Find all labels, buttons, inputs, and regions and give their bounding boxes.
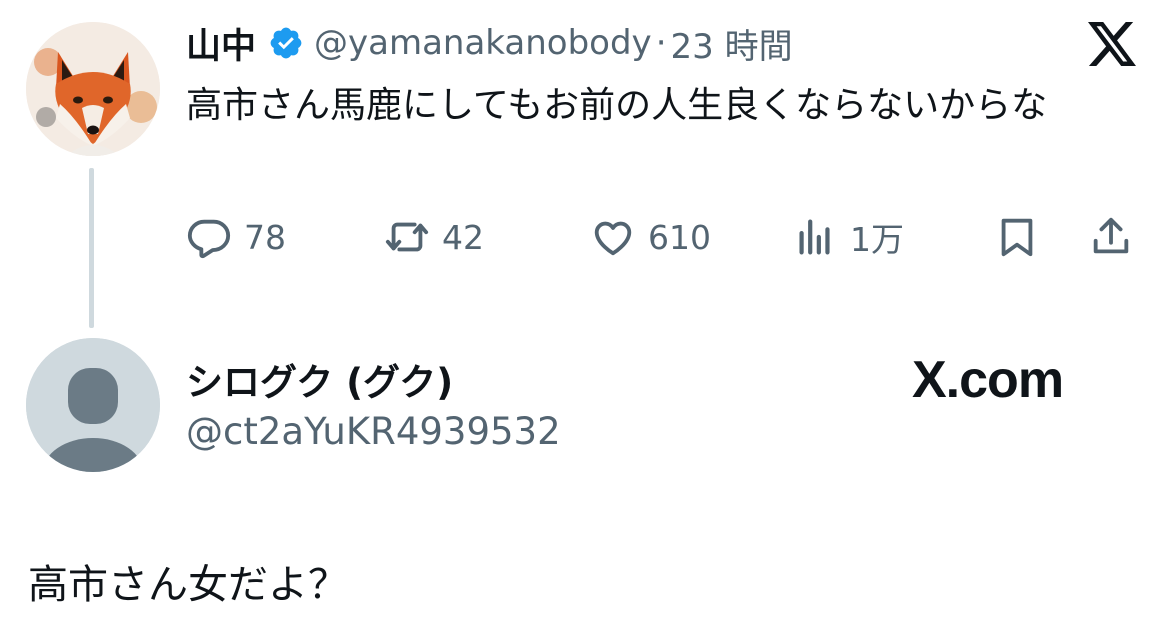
tweet-text: 高市さん馬鹿にしてもお前の人生良くならないからな <box>186 85 1048 126</box>
views-icon <box>799 219 830 255</box>
retweet-count: 42 <box>442 217 484 257</box>
retweet-icon <box>385 222 429 252</box>
bookmark-icon <box>1001 218 1033 257</box>
like-icon <box>594 221 632 256</box>
thread-connector-line <box>89 168 94 328</box>
reply-count: 78 <box>244 217 286 257</box>
reply-text: 高市さん女だよ？ <box>28 562 348 608</box>
retweet-button[interactable]: 42 <box>384 210 484 264</box>
separator-dot: · <box>655 23 667 63</box>
author-name[interactable]: 山中 <box>186 18 256 69</box>
tweet-time[interactable]: 23 時間 <box>671 19 793 68</box>
reply-author-handle[interactable]: @ct2aYuKR4939532 <box>186 410 561 453</box>
xcom-watermark-text: X.com <box>912 351 1064 409</box>
reply-button[interactable]: 78 <box>186 210 286 264</box>
verified-badge-icon <box>270 27 302 59</box>
views-button[interactable]: 1万 <box>792 210 904 264</box>
author-avatar[interactable] <box>26 22 160 156</box>
default-avatar-icon <box>26 338 160 472</box>
reply-author-avatar[interactable] <box>26 338 160 472</box>
share-icon <box>1093 217 1129 254</box>
like-button[interactable]: 610 <box>590 210 711 264</box>
x-logo-icon <box>1088 22 1136 66</box>
bookmark-button[interactable] <box>994 210 1040 264</box>
views-count: 1万 <box>850 220 904 259</box>
xcom-watermark: X.com <box>912 350 1064 410</box>
reply-icon <box>187 219 231 259</box>
tweet-header: 山中 @yamanakanobody · 23 時間 <box>186 18 793 68</box>
author-handle[interactable]: @yamanakanobody <box>314 23 652 63</box>
reply-author-name[interactable]: シログク (グク) <box>186 352 453 406</box>
fox-avatar-image <box>26 22 160 156</box>
share-button[interactable] <box>1088 210 1134 264</box>
like-count: 610 <box>648 217 711 257</box>
